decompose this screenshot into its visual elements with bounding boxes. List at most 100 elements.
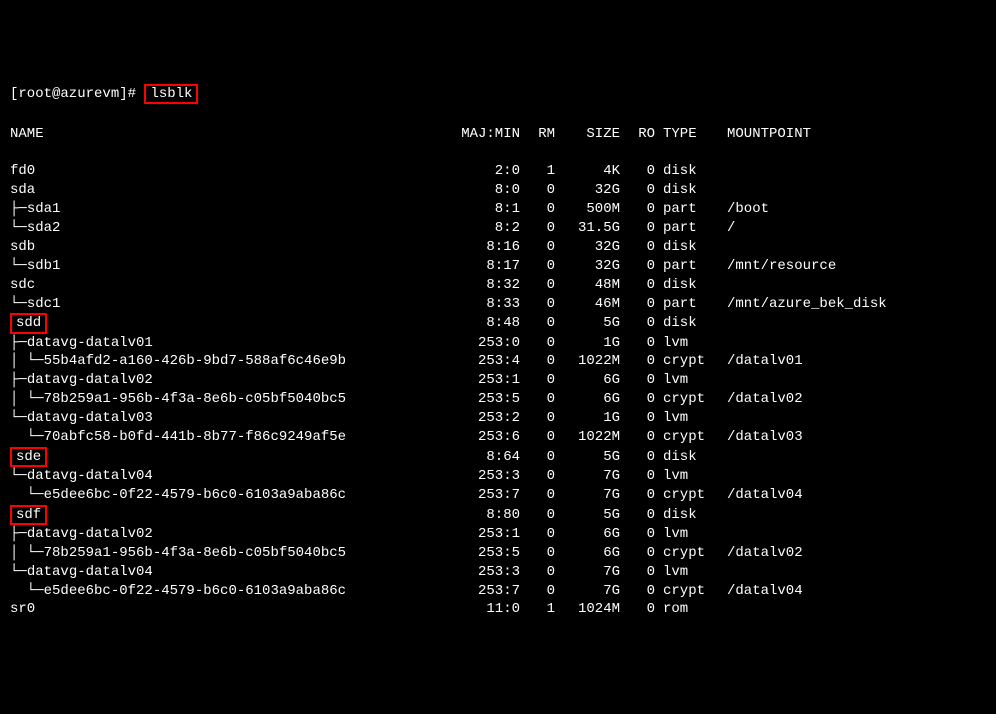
device-row: └─datavg-datalv03253:201G0lvm xyxy=(10,409,986,428)
device-mountpoint: /datalv04 xyxy=(715,582,955,601)
device-ro: 0 xyxy=(620,506,655,525)
device-name: sdb1 xyxy=(27,258,61,274)
device-name-highlighted: sde xyxy=(10,447,47,467)
device-size: 31.5G xyxy=(555,219,620,238)
device-row: └─e5dee6bc-0f22-4579-b6c0-6103a9aba86c25… xyxy=(10,582,986,601)
device-majmin: 8:80 xyxy=(450,506,520,525)
device-size: 6G xyxy=(555,390,620,409)
device-type: disk xyxy=(655,162,715,181)
device-rm: 0 xyxy=(520,238,555,257)
device-type: crypt xyxy=(655,582,715,601)
device-rm: 1 xyxy=(520,162,555,181)
device-name-cell: └─datavg-datalv04 xyxy=(10,563,450,582)
header-type: TYPE xyxy=(655,125,715,144)
device-majmin: 11:0 xyxy=(450,600,520,619)
device-row: └─datavg-datalv04253:307G0lvm xyxy=(10,467,986,486)
header-name: NAME xyxy=(10,125,450,144)
device-majmin: 253:5 xyxy=(450,544,520,563)
device-majmin: 253:2 xyxy=(450,409,520,428)
device-rm: 0 xyxy=(520,200,555,219)
header-ro: RO xyxy=(620,125,655,144)
device-ro: 0 xyxy=(620,276,655,295)
device-type: rom xyxy=(655,600,715,619)
device-type: crypt xyxy=(655,352,715,371)
device-name-cell: fd0 xyxy=(10,162,450,181)
device-majmin: 253:7 xyxy=(450,486,520,505)
device-ro: 0 xyxy=(620,563,655,582)
device-name: sdc xyxy=(10,277,35,293)
device-name-cell: └─e5dee6bc-0f22-4579-b6c0-6103a9aba86c xyxy=(10,486,450,505)
tree-prefix: └─ xyxy=(10,296,27,312)
device-name: datavg-datalv01 xyxy=(27,335,153,351)
device-majmin: 8:17 xyxy=(450,257,520,276)
device-size: 500M xyxy=(555,200,620,219)
device-name-cell: sdb xyxy=(10,238,450,257)
device-rm: 0 xyxy=(520,371,555,390)
device-mountpoint: /datalv02 xyxy=(715,544,955,563)
device-majmin: 253:3 xyxy=(450,467,520,486)
device-majmin: 8:1 xyxy=(450,200,520,219)
device-name-cell: sdc xyxy=(10,276,450,295)
device-row: sdb8:16032G0disk xyxy=(10,238,986,257)
device-ro: 0 xyxy=(620,467,655,486)
tree-prefix: ├─ xyxy=(10,372,27,388)
header-mount: MOUNTPOINT xyxy=(715,125,955,144)
device-ro: 0 xyxy=(620,352,655,371)
device-name: sdc1 xyxy=(27,296,61,312)
device-mountpoint: /mnt/resource xyxy=(715,257,955,276)
device-majmin: 253:0 xyxy=(450,334,520,353)
device-type: crypt xyxy=(655,486,715,505)
tree-prefix: │ └─ xyxy=(10,353,44,369)
device-row: └─datavg-datalv04253:307G0lvm xyxy=(10,563,986,582)
device-size: 32G xyxy=(555,181,620,200)
device-size: 48M xyxy=(555,276,620,295)
device-rm: 1 xyxy=(520,600,555,619)
device-name: datavg-datalv04 xyxy=(27,468,153,484)
device-name-cell: └─e5dee6bc-0f22-4579-b6c0-6103a9aba86c xyxy=(10,582,450,601)
device-size: 1022M xyxy=(555,428,620,447)
device-size: 6G xyxy=(555,544,620,563)
device-majmin: 253:4 xyxy=(450,352,520,371)
device-majmin: 8:32 xyxy=(450,276,520,295)
device-majmin: 2:0 xyxy=(450,162,520,181)
device-rm: 0 xyxy=(520,486,555,505)
tree-prefix: └─ xyxy=(10,258,27,274)
device-rm: 0 xyxy=(520,295,555,314)
device-rm: 0 xyxy=(520,506,555,525)
device-type: lvm xyxy=(655,409,715,428)
device-ro: 0 xyxy=(620,486,655,505)
tree-prefix: ├─ xyxy=(10,201,27,217)
device-majmin: 253:7 xyxy=(450,582,520,601)
device-majmin: 8:0 xyxy=(450,181,520,200)
device-row: │ └─78b259a1-956b-4f3a-8e6b-c05bf5040bc5… xyxy=(10,544,986,563)
device-mountpoint: /mnt/azure_bek_disk xyxy=(715,295,955,314)
device-name: 78b259a1-956b-4f3a-8e6b-c05bf5040bc5 xyxy=(44,545,346,561)
tree-prefix: ├─ xyxy=(10,526,27,542)
device-majmin: 253:6 xyxy=(450,428,520,447)
device-type: part xyxy=(655,200,715,219)
device-rm: 0 xyxy=(520,544,555,563)
device-size: 1G xyxy=(555,409,620,428)
device-rm: 0 xyxy=(520,219,555,238)
device-type: lvm xyxy=(655,467,715,486)
prompt-line: [root@azurevm]# lsblk xyxy=(10,84,986,104)
device-name-cell: └─sda2 xyxy=(10,219,450,238)
device-type: crypt xyxy=(655,428,715,447)
device-row: └─sdb18:17032G0part/mnt/resource xyxy=(10,257,986,276)
device-name-cell: └─sdc1 xyxy=(10,295,450,314)
device-ro: 0 xyxy=(620,219,655,238)
device-name-cell: │ └─55b4afd2-a160-426b-9bd7-588af6c46e9b xyxy=(10,352,450,371)
device-ro: 0 xyxy=(620,334,655,353)
device-type: lvm xyxy=(655,371,715,390)
device-name: datavg-datalv02 xyxy=(27,526,153,542)
device-row: sr011:011024M0rom xyxy=(10,600,986,619)
tree-prefix: └─ xyxy=(10,410,27,426)
device-mountpoint: / xyxy=(715,219,955,238)
device-size: 5G xyxy=(555,506,620,525)
device-majmin: 253:5 xyxy=(450,390,520,409)
device-row: │ └─55b4afd2-a160-426b-9bd7-588af6c46e9b… xyxy=(10,352,986,371)
device-ro: 0 xyxy=(620,238,655,257)
device-row: sdf8:8005G0disk xyxy=(10,505,986,525)
device-ro: 0 xyxy=(620,200,655,219)
device-name: e5dee6bc-0f22-4579-b6c0-6103a9aba86c xyxy=(44,583,346,599)
